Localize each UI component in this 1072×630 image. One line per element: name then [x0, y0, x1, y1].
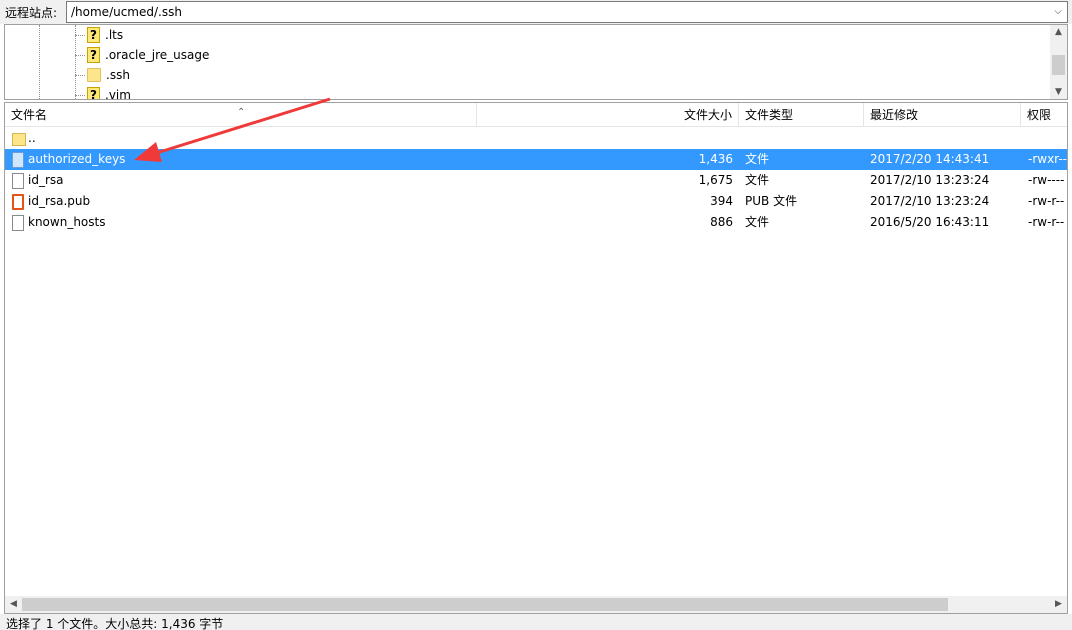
status-bar: 选择了 1 个文件。大小总共: 1,436 字节 — [0, 614, 1072, 630]
file-name: id_rsa — [28, 173, 64, 187]
remote-directory-tree: ? .lts ? .oracle_jre_usage .ssh ? .vim ▲… — [4, 24, 1068, 100]
remote-file-list: 文件名 ⌃ 文件大小 文件类型 最近修改 权限 .. authorized_ke… — [4, 102, 1068, 614]
unknown-folder-icon: ? — [87, 87, 100, 99]
tree-item-oracle-jre-usage[interactable]: ? .oracle_jre_usage — [87, 45, 209, 65]
file-list-horizontal-scrollbar[interactable]: ◀ ▶ — [5, 596, 1067, 613]
file-modified: 2017/2/20 14:43:41 — [870, 152, 990, 166]
remote-site-label: 远程站点: — [5, 6, 58, 20]
tree-connector-line — [75, 55, 85, 56]
file-row-authorized-keys[interactable]: authorized_keys 1,436 文件 2017/2/20 14:43… — [5, 149, 1067, 170]
file-name: known_hosts — [28, 215, 106, 229]
file-type: 文件 — [745, 152, 770, 166]
remote-path-value[interactable]: /home/ucmed/.ssh — [71, 5, 182, 19]
column-header-modified[interactable]: 最近修改 — [864, 103, 1021, 127]
file-row-id-rsa-pub[interactable]: id_rsa.pub 394 PUB 文件 2017/2/10 13:23:24… — [5, 191, 1067, 212]
tree-item-ssh[interactable]: .ssh — [87, 65, 130, 85]
status-text: 选择了 1 个文件。大小总共: 1,436 字节 — [6, 617, 224, 630]
file-modified: 2017/2/10 13:23:24 — [870, 194, 990, 208]
file-size: 886 — [710, 215, 733, 229]
file-icon — [12, 215, 24, 231]
tree-connector-line — [75, 35, 85, 36]
file-size: 1,436 — [698, 152, 733, 166]
tree-connector-line — [39, 25, 40, 99]
unknown-folder-icon: ? — [87, 27, 100, 43]
file-type: 文件 — [745, 173, 770, 187]
tree-item-label: .vim — [105, 88, 131, 100]
scroll-left-icon[interactable]: ◀ — [5, 596, 22, 613]
chevron-down-icon[interactable]: ⌵ — [1051, 4, 1065, 20]
file-permissions: -rwxr-- — [1028, 152, 1067, 166]
file-list-header: 文件名 ⌃ 文件大小 文件类型 最近修改 权限 — [5, 103, 1067, 127]
remote-site-bar: 远程站点: /home/ucmed/.ssh ⌵ — [0, 0, 1072, 24]
file-size: 1,675 — [698, 173, 733, 187]
file-size: 394 — [710, 194, 733, 208]
office-file-icon — [12, 194, 24, 210]
column-header-type[interactable]: 文件类型 — [739, 103, 864, 127]
column-header-type-label: 文件类型 — [745, 108, 794, 122]
scroll-up-icon[interactable]: ▲ — [1050, 25, 1067, 39]
tree-item-lts[interactable]: ? .lts — [87, 25, 123, 45]
file-type: PUB 文件 — [745, 194, 798, 208]
file-type: 文件 — [745, 215, 770, 229]
column-header-name-label: 文件名 — [11, 108, 48, 122]
file-row-id-rsa[interactable]: id_rsa 1,675 文件 2017/2/10 13:23:24 -rw--… — [5, 170, 1067, 191]
scroll-down-icon[interactable]: ▼ — [1050, 85, 1067, 99]
file-permissions: -rw-r-- — [1028, 215, 1065, 229]
file-permissions: -rw-r-- — [1028, 194, 1065, 208]
column-header-size-label: 文件大小 — [683, 108, 732, 122]
column-header-name[interactable]: 文件名 ⌃ — [5, 103, 477, 127]
scroll-right-icon[interactable]: ▶ — [1050, 596, 1067, 613]
file-row-parent-directory[interactable]: .. — [5, 128, 1067, 149]
file-icon — [12, 152, 24, 168]
tree-vertical-scrollbar[interactable]: ▲ ▼ — [1050, 25, 1067, 99]
file-modified: 2016/5/20 16:43:11 — [870, 215, 990, 229]
tree-item-label: .lts — [105, 28, 124, 42]
file-name: id_rsa.pub — [28, 194, 91, 208]
sort-ascending-icon: ⌃ — [237, 107, 246, 118]
scrollbar-thumb[interactable] — [22, 598, 948, 611]
file-name: authorized_keys — [28, 152, 126, 166]
remote-path-combobox[interactable]: /home/ucmed/.ssh ⌵ — [66, 1, 1068, 23]
unknown-folder-icon: ? — [87, 47, 100, 63]
folder-icon — [12, 133, 26, 146]
scrollbar-thumb[interactable] — [1052, 55, 1065, 75]
tree-connector-line — [75, 25, 76, 99]
tree-connector-line — [75, 75, 85, 76]
folder-icon — [87, 68, 101, 82]
column-header-modified-label: 最近修改 — [870, 108, 919, 122]
tree-connector-line — [75, 95, 85, 96]
tree-item-vim[interactable]: ? .vim — [87, 85, 131, 100]
column-header-size[interactable]: 文件大小 — [477, 103, 739, 127]
file-permissions: -rw---- — [1028, 173, 1065, 187]
tree-item-label: .ssh — [106, 68, 130, 82]
file-modified: 2017/2/10 13:23:24 — [870, 173, 990, 187]
column-header-permissions-label: 权限 — [1027, 108, 1052, 122]
tree-item-label: .oracle_jre_usage — [105, 48, 210, 62]
file-row-known-hosts[interactable]: known_hosts 886 文件 2016/5/20 16:43:11 -r… — [5, 212, 1067, 233]
file-name: .. — [28, 131, 36, 145]
file-icon — [12, 173, 24, 189]
column-header-permissions[interactable]: 权限 — [1021, 103, 1067, 127]
